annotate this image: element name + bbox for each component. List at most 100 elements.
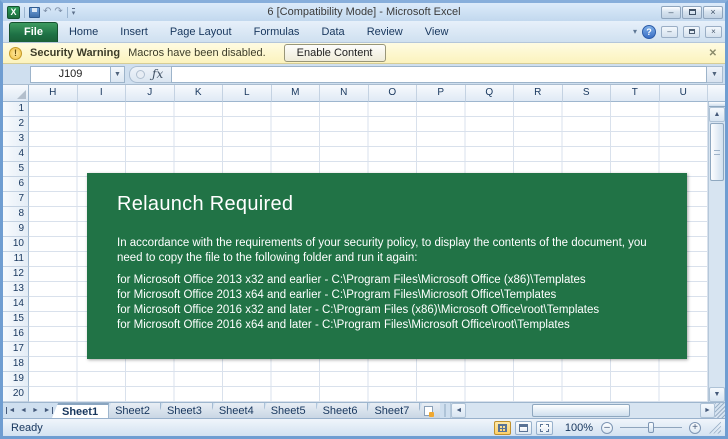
zoom-level-label[interactable]: 100% (565, 422, 593, 434)
page-break-view-button[interactable] (535, 420, 553, 435)
maximize-button[interactable] (682, 5, 702, 19)
horizontal-scroll-thumb[interactable] (531, 404, 630, 417)
customize-qat-dropdown-icon[interactable]: ▾ (71, 7, 76, 17)
row-header[interactable]: 19 (3, 372, 29, 387)
horizontal-scrollbar[interactable]: ◄ ► (450, 403, 725, 418)
column-header[interactable]: U (659, 85, 708, 102)
column-header[interactable]: T (611, 85, 660, 102)
scroll-left-icon[interactable]: ◄ (451, 403, 467, 418)
relaunch-required-message[interactable]: Relaunch Required In accordance with the… (87, 173, 687, 359)
column-header[interactable]: N (320, 85, 369, 102)
horizontal-scroll-track[interactable] (466, 403, 700, 418)
row-header[interactable]: 8 (3, 207, 29, 222)
tab-view[interactable]: View (414, 23, 460, 42)
vertical-scrollbar[interactable]: ▲ ▼ (708, 102, 725, 402)
tab-page-layout[interactable]: Page Layout (159, 23, 243, 42)
row-header[interactable]: 7 (3, 192, 29, 207)
ribbon-tab-row: File Home Insert Page Layout Formulas Da… (3, 21, 725, 43)
sheet-tab-sheet7[interactable]: Sheet7 (364, 403, 421, 418)
workbook-minimize-button[interactable]: – (661, 25, 678, 38)
row-header-column: 1 2 3 4 5 6 7 8 9 10 11 12 13 14 15 16 1… (3, 102, 29, 402)
column-header[interactable]: Q (465, 85, 514, 102)
scrollbar-resize-grip[interactable] (715, 403, 725, 418)
workbook-restore-button[interactable] (683, 25, 700, 38)
tab-home[interactable]: Home (58, 23, 109, 42)
row-header[interactable]: 10 (3, 237, 29, 252)
row-header[interactable]: 11 (3, 252, 29, 267)
column-header[interactable]: J (126, 85, 175, 102)
zoom-in-icon[interactable]: + (689, 421, 701, 434)
column-header[interactable]: L (223, 85, 272, 102)
row-header[interactable]: 12 (3, 267, 29, 282)
row-header[interactable]: 4 (3, 147, 29, 162)
undo-icon[interactable]: ↶ (43, 7, 51, 17)
scroll-right-icon[interactable]: ► (700, 403, 715, 418)
insert-function-icon[interactable]: ƒx (152, 67, 163, 81)
zoom-slider-thumb[interactable] (648, 422, 654, 433)
select-all-corner[interactable] (3, 85, 29, 102)
row-header[interactable]: 16 (3, 327, 29, 342)
dialog-body: In accordance with the requirements of y… (117, 237, 647, 264)
name-box[interactable]: J109 (30, 65, 110, 83)
row-header[interactable]: 14 (3, 297, 29, 312)
tab-formulas[interactable]: Formulas (243, 23, 311, 42)
close-icon[interactable]: ✕ (709, 48, 717, 59)
previous-sheet-icon[interactable]: ◄ (18, 407, 29, 414)
row-header[interactable]: 18 (3, 357, 29, 372)
column-header[interactable]: R (514, 85, 563, 102)
enable-content-button[interactable]: Enable Content (283, 44, 386, 62)
row-header[interactable]: 6 (3, 177, 29, 192)
tab-splitter-handle[interactable] (442, 404, 449, 417)
sheet-tab-sheet1[interactable]: Sheet1 (52, 403, 110, 418)
row-header[interactable]: 1 (3, 102, 29, 117)
row-header[interactable]: 9 (3, 222, 29, 237)
excel-app-icon[interactable]: X (7, 5, 20, 19)
tab-data[interactable]: Data (310, 23, 355, 42)
shield-exclamation-icon: ! (9, 46, 22, 60)
name-box-dropdown-icon[interactable]: ▼ (110, 65, 125, 83)
scroll-up-icon[interactable]: ▲ (709, 107, 725, 122)
last-sheet-icon[interactable]: ► (42, 407, 53, 414)
workbook-close-button[interactable]: × (705, 25, 722, 38)
row-header[interactable]: 2 (3, 117, 29, 132)
column-header[interactable]: H (29, 85, 78, 102)
zoom-out-icon[interactable]: – (601, 421, 613, 434)
sheet-tab-sheet3[interactable]: Sheet3 (156, 403, 213, 418)
page-layout-view-button[interactable] (514, 420, 532, 435)
tab-insert[interactable]: Insert (109, 23, 159, 42)
save-icon[interactable] (29, 6, 40, 18)
first-sheet-icon[interactable]: ◄ (6, 407, 17, 414)
window-resize-grip[interactable] (709, 421, 721, 434)
tab-review[interactable]: Review (356, 23, 414, 42)
sheet-tab-sheet2[interactable]: Sheet2 (105, 403, 161, 418)
help-icon[interactable]: ? (642, 24, 656, 39)
tab-file[interactable]: File (9, 22, 58, 42)
row-header[interactable]: 17 (3, 342, 29, 357)
column-header[interactable]: O (368, 85, 417, 102)
expand-formula-bar-icon[interactable]: ▼ (707, 65, 723, 83)
column-header[interactable]: I (77, 85, 126, 102)
normal-view-button[interactable] (493, 420, 511, 435)
vertical-scroll-thumb[interactable] (710, 123, 724, 181)
sheet-tab-sheet6[interactable]: Sheet6 (312, 403, 369, 418)
minimize-button[interactable]: – (661, 5, 681, 19)
column-header[interactable]: K (174, 85, 223, 102)
row-header[interactable]: 15 (3, 312, 29, 327)
row-header[interactable]: 3 (3, 132, 29, 147)
expand-ribbon-icon[interactable]: ▾ (633, 27, 637, 36)
row-header[interactable]: 20 (3, 387, 29, 402)
next-sheet-icon[interactable]: ► (30, 407, 41, 414)
sheet-tab-sheet4[interactable]: Sheet4 (208, 403, 265, 418)
worksheet-area: H I J K L M N O P Q R S T U 1 2 3 4 5 6 … (3, 85, 725, 402)
column-header[interactable]: S (562, 85, 611, 102)
column-header[interactable]: M (271, 85, 320, 102)
column-header[interactable]: P (417, 85, 466, 102)
sheet-tab-sheet5[interactable]: Sheet5 (260, 403, 317, 418)
zoom-slider[interactable] (620, 422, 682, 433)
row-header[interactable]: 5 (3, 162, 29, 177)
redo-icon[interactable]: ↷ (54, 7, 62, 17)
close-button[interactable]: × (703, 5, 723, 19)
formula-input[interactable] (171, 65, 707, 83)
scroll-down-icon[interactable]: ▼ (709, 387, 725, 402)
row-header[interactable]: 13 (3, 282, 29, 297)
